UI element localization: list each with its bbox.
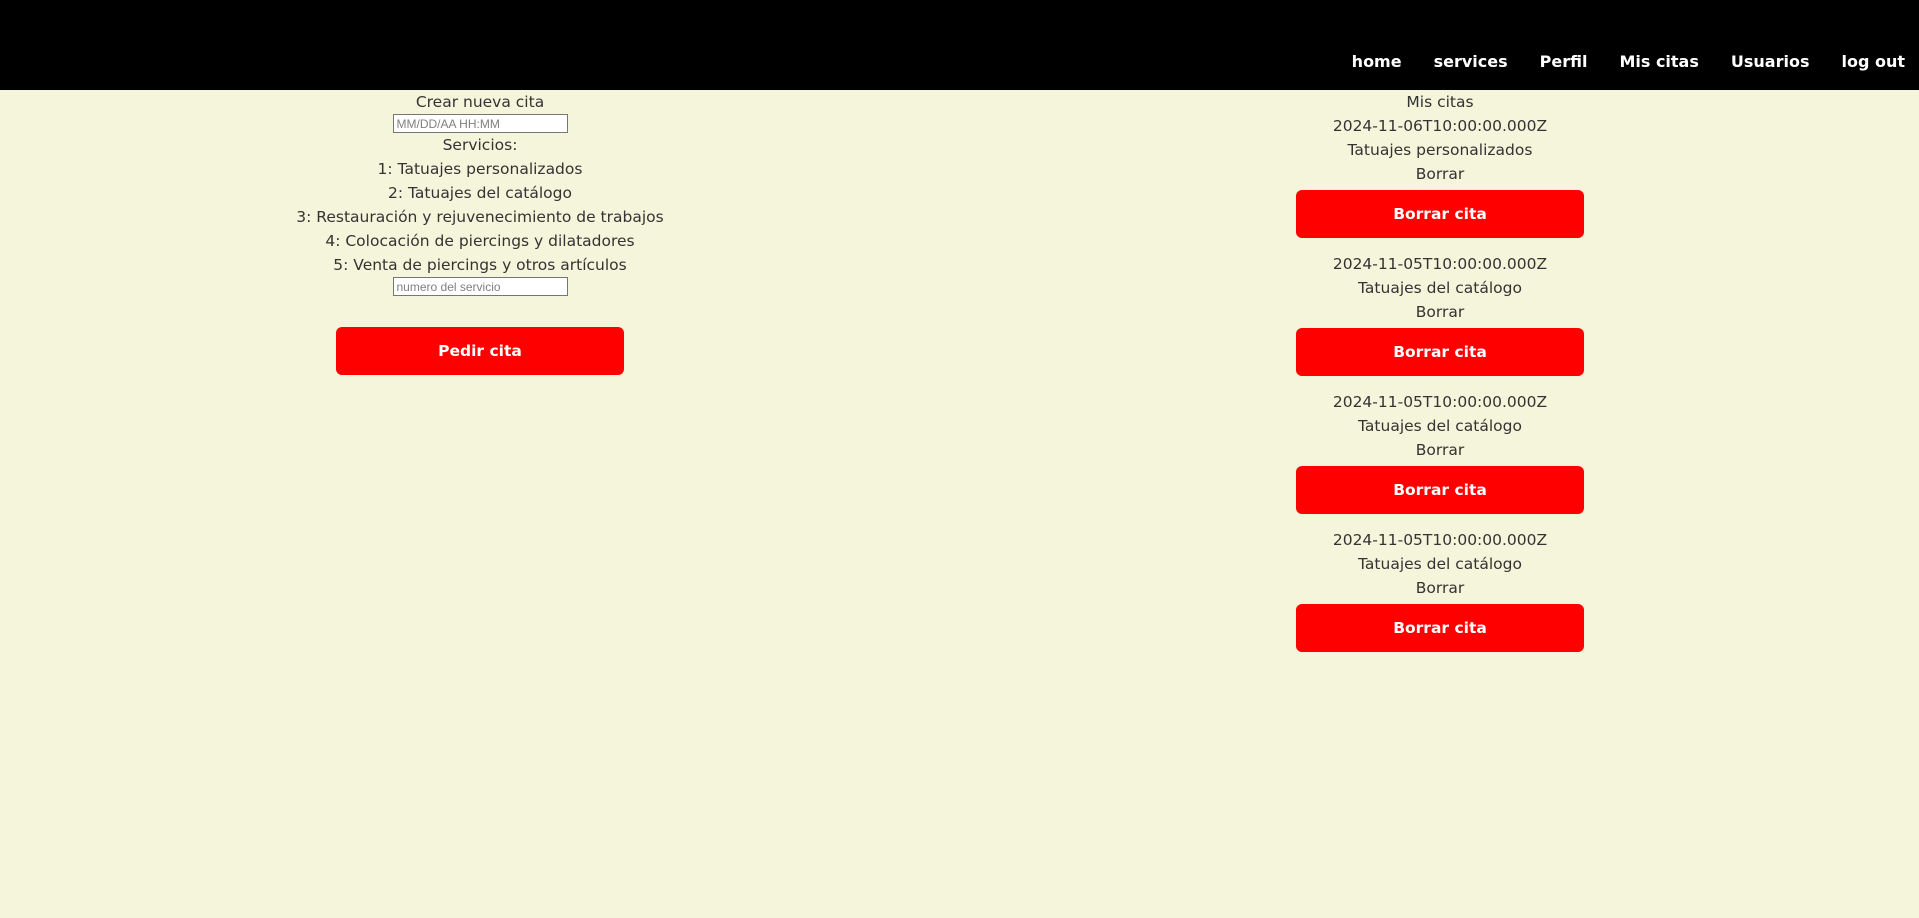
- service-item-5: 5: Venta de piercings y otros artículos: [333, 256, 627, 274]
- borrar-cita-button[interactable]: Borrar cita: [1296, 466, 1584, 514]
- borrar-cita-button[interactable]: Borrar cita: [1296, 328, 1584, 376]
- service-number-input[interactable]: [392, 277, 568, 296]
- borrar-cita-button[interactable]: Borrar cita: [1296, 190, 1584, 238]
- nav-usuarios-link[interactable]: Usuarios: [1731, 52, 1810, 71]
- nav-mis-citas-link[interactable]: Mis citas: [1619, 52, 1698, 71]
- appointment-item: 2024-11-05T10:00:00.000Z Tatuajes del ca…: [1296, 252, 1584, 390]
- navbar: home services Perfil Mis citas Usuarios …: [0, 0, 1919, 90]
- appointment-date: 2024-11-05T10:00:00.000Z: [1332, 531, 1548, 549]
- services-label: Servicios:: [442, 136, 518, 154]
- appointments-title: Mis citas: [1406, 93, 1474, 111]
- appointment-service: Tatuajes del catálogo: [1358, 279, 1522, 297]
- create-appointment-form: Crear nueva cita Servicios: 1: Tatuajes …: [296, 90, 664, 375]
- appointment-service: Tatuajes del catálogo: [1358, 555, 1522, 573]
- appointment-item: 2024-11-06T10:00:00.000Z Tatuajes person…: [1296, 114, 1584, 252]
- nav-logout-link[interactable]: log out: [1841, 52, 1905, 71]
- appointment-item: 2024-11-05T10:00:00.000Z Tatuajes del ca…: [1296, 528, 1584, 666]
- appointment-service: Tatuajes personalizados: [1347, 141, 1533, 159]
- appointment-delete-text: Borrar: [1415, 165, 1465, 183]
- nav-services-link[interactable]: services: [1434, 52, 1508, 71]
- service-item-1: 1: Tatuajes personalizados: [377, 160, 583, 178]
- appointment-delete-text: Borrar: [1415, 441, 1465, 459]
- nav-perfil-link[interactable]: Perfil: [1540, 52, 1588, 71]
- pedir-cita-button[interactable]: Pedir cita: [336, 327, 624, 375]
- appointment-delete-text: Borrar: [1415, 303, 1465, 321]
- nav-links: home services Perfil Mis citas Usuarios …: [1352, 52, 1905, 71]
- service-item-2: 2: Tatuajes del catálogo: [388, 184, 572, 202]
- appointment-date: 2024-11-05T10:00:00.000Z: [1332, 255, 1548, 273]
- appointment-item: 2024-11-05T10:00:00.000Z Tatuajes del ca…: [1296, 390, 1584, 528]
- create-title: Crear nueva cita: [415, 93, 545, 111]
- borrar-cita-button[interactable]: Borrar cita: [1296, 604, 1584, 652]
- appointment-date: 2024-11-05T10:00:00.000Z: [1332, 393, 1548, 411]
- service-item-3: 3: Restauración y rejuvenecimiento de tr…: [296, 208, 664, 226]
- nav-home-link[interactable]: home: [1352, 52, 1402, 71]
- date-input[interactable]: [392, 114, 568, 133]
- appointment-date: 2024-11-06T10:00:00.000Z: [1332, 117, 1548, 135]
- service-item-4: 4: Colocación de piercings y dilatadores: [325, 232, 635, 250]
- appointment-service: Tatuajes del catálogo: [1358, 417, 1522, 435]
- my-appointments: Mis citas 2024-11-06T10:00:00.000Z Tatua…: [1280, 90, 1600, 666]
- appointment-delete-text: Borrar: [1415, 579, 1465, 597]
